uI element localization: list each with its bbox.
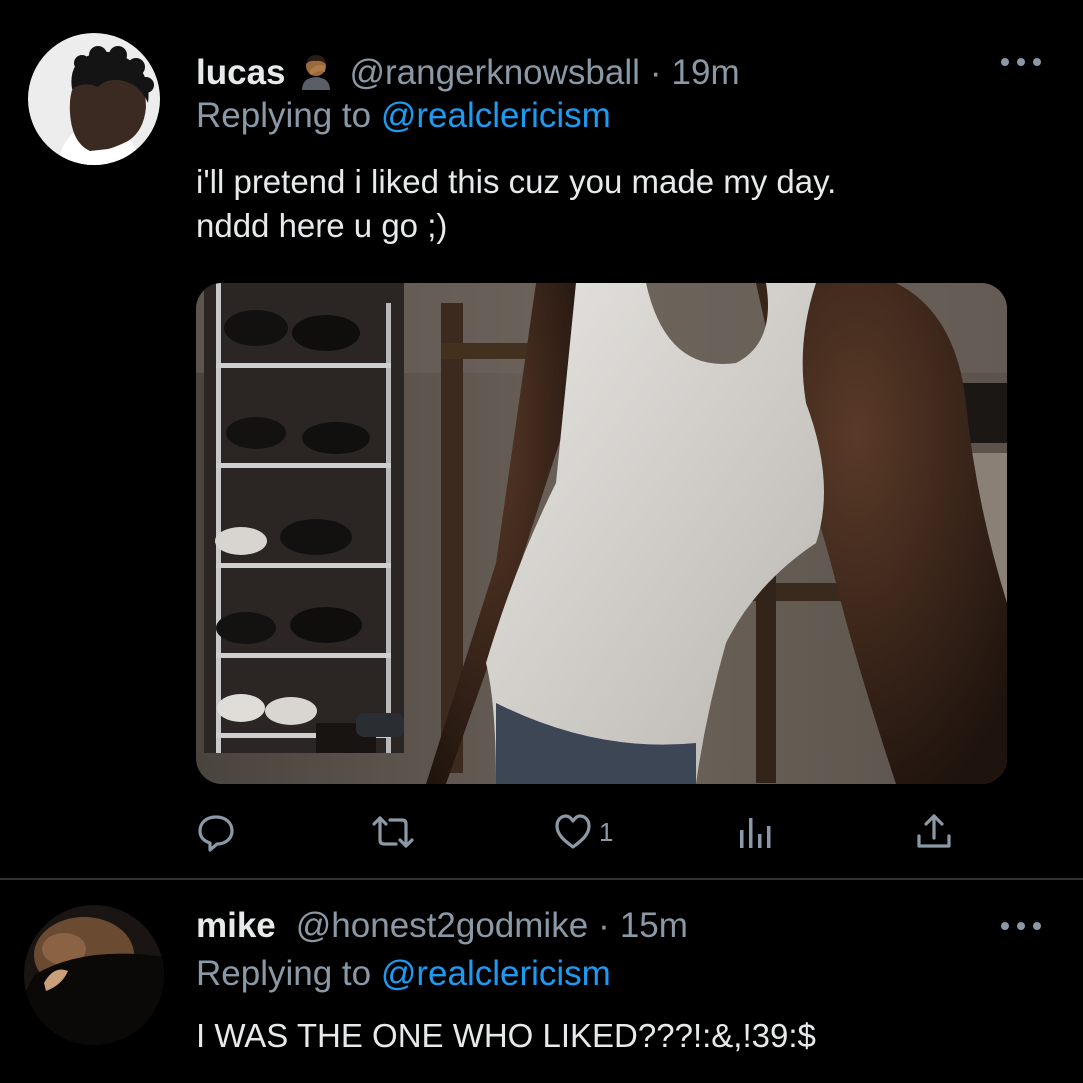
replying-to: Replying to @realclericism [196,96,611,136]
like-button[interactable]: 1 [553,812,613,852]
replying-to-label: Replying to [196,954,372,993]
user-handle[interactable]: @rangerknowsball [350,53,640,93]
analytics-button[interactable] [736,812,776,852]
tweet[interactable]: mike @honest2godmike · 15m Replying to @… [0,880,1083,1083]
like-count: 1 [599,816,614,847]
tweet-text: I WAS THE ONE WHO LIKED???!:&,!39:$ [196,1014,816,1058]
display-name[interactable]: lucas [196,53,286,93]
tweet-text-line: I WAS THE ONE WHO LIKED???!:&,!39:$ [196,1017,816,1054]
retweet-icon [370,812,416,852]
tweet-header: mike @honest2godmike · 15m [196,906,688,946]
share-button[interactable] [914,812,954,852]
replying-to-mention[interactable]: @realclericism [381,96,611,135]
avatar[interactable] [28,33,160,165]
reply-icon [196,812,236,852]
analytics-icon [736,812,776,852]
more-dots-icon[interactable] [1001,56,1041,68]
separator: · [598,906,610,945]
tweet-text-line: nddd here u go ;) [196,207,448,244]
avatar[interactable] [24,905,164,1045]
tweet[interactable]: lucas @rangerknowsball · 19m Replying to… [0,0,1083,878]
reply-button[interactable] [196,812,236,852]
tweet-text: i'll pretend i liked this cuz you made m… [196,160,836,248]
tweet-photo[interactable] [196,283,1007,784]
tweet-actions: 1 [196,812,956,852]
more-dots-icon[interactable] [1001,920,1041,932]
separator: · [649,53,662,92]
display-name[interactable]: mike [196,906,276,946]
replying-to-mention[interactable]: @realclericism [381,954,611,993]
share-icon [914,812,954,852]
timestamp[interactable]: 15m [620,906,688,946]
timestamp[interactable]: 19m [672,53,740,93]
retweet-button[interactable] [370,812,416,852]
user-handle[interactable]: @honest2godmike [296,906,588,946]
man-facepalming-emoji [296,50,336,90]
replying-to-label: Replying to [196,96,372,135]
replying-to: Replying to @realclericism [196,954,611,994]
heart-icon [553,812,593,852]
tweet-text-line: i'll pretend i liked this cuz you made m… [196,163,837,200]
tweet-header: lucas @rangerknowsball · 19m [196,44,740,93]
